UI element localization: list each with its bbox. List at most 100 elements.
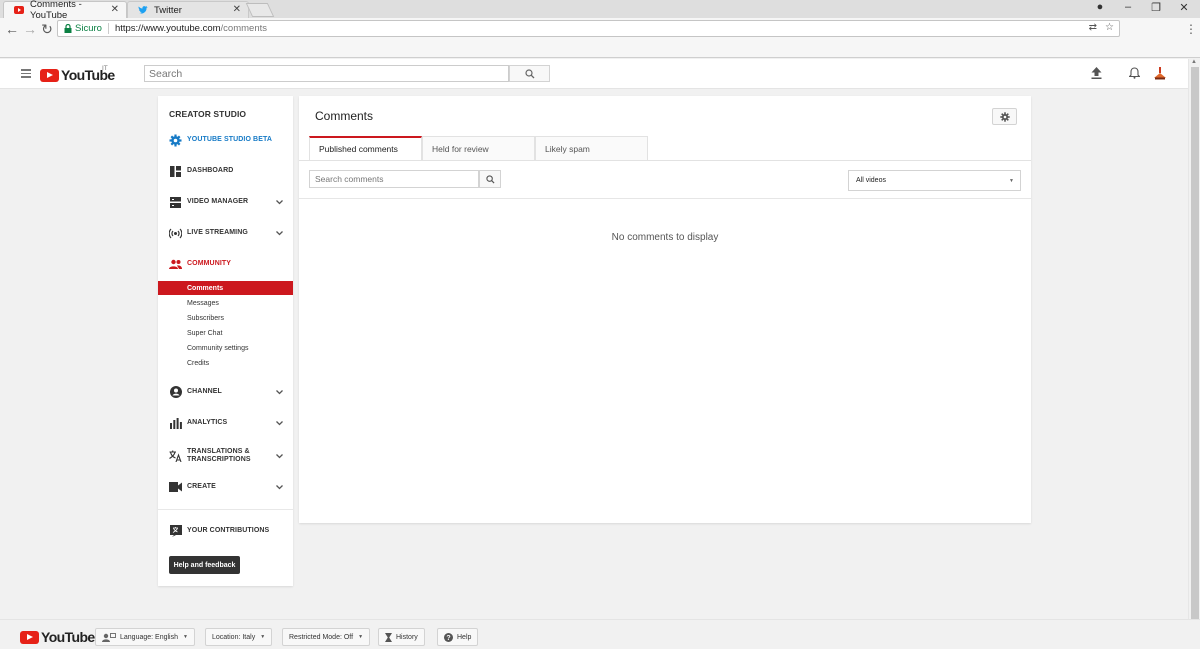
youtube-favicon-icon: [14, 5, 24, 15]
tab-close-icon[interactable]: ✕: [233, 4, 241, 15]
analytics-icon: [169, 417, 182, 430]
sidebar-subitem-comments[interactable]: Comments: [158, 281, 293, 295]
caret-down-icon: ▼: [358, 634, 364, 640]
country-code: IT: [102, 65, 108, 72]
language-label: Language: English: [120, 633, 178, 641]
restore-button[interactable]: ❐: [1144, 1, 1168, 14]
minimize-button[interactable]: –: [1116, 1, 1140, 13]
hourglass-icon: [385, 632, 392, 642]
sidebar-item-video-manager[interactable]: VIDEO MANAGER: [158, 194, 293, 210]
twitter-favicon-icon: [138, 5, 148, 15]
profile-icon[interactable]: ●: [1088, 1, 1112, 13]
dashboard-icon: [169, 165, 182, 178]
sidebar-item-label: COMMUNITY: [187, 260, 232, 267]
caret-down-icon: ▼: [1009, 178, 1014, 184]
sidebar-item-dashboard[interactable]: DASHBOARD: [158, 163, 293, 179]
sidebar-item-label: ANALYTICS: [187, 419, 228, 426]
translate-icon: [169, 450, 182, 463]
browser-tabstrip: Comments - YouTube ✕ Twitter ✕ ● – ❐ ✕: [0, 0, 1200, 21]
sidebar-subitem-super-chat[interactable]: Super Chat: [158, 326, 293, 340]
restricted-mode-button[interactable]: Restricted Mode: Off ▼: [282, 628, 371, 646]
restricted-mode-label: Restricted Mode: Off: [289, 633, 354, 641]
reload-button[interactable]: ↻: [38, 22, 56, 36]
upload-icon[interactable]: [1089, 66, 1103, 80]
bookmark-star-icon[interactable]: ☆: [1105, 22, 1114, 33]
gear-icon: [169, 134, 182, 147]
history-button[interactable]: History: [378, 628, 425, 646]
sidebar-subitem-subscribers[interactable]: Subscribers: [158, 311, 293, 325]
comments-search-button[interactable]: [479, 170, 501, 188]
tab-likely-spam[interactable]: Likely spam: [535, 136, 648, 160]
language-icon: [102, 632, 116, 642]
tab-close-icon[interactable]: ✕: [111, 4, 119, 15]
comments-settings-button[interactable]: [992, 108, 1017, 125]
chevron-down-icon[interactable]: [275, 419, 283, 427]
chevron-down-icon[interactable]: [275, 452, 283, 460]
sidebar-item-translations[interactable]: TRANSLATIONS & TRANSCRIPTIONS: [158, 446, 293, 466]
tab-held-for-review[interactable]: Held for review: [422, 136, 535, 160]
footer-youtube-logo[interactable]: YouTube: [20, 629, 95, 645]
page-scrollbar[interactable]: ▲: [1188, 59, 1200, 645]
browser-tab-comments[interactable]: Comments - YouTube ✕: [3, 0, 127, 21]
browser-tab-title: Twitter: [154, 4, 182, 16]
gear-icon: [999, 111, 1010, 122]
account-avatar[interactable]: [1153, 66, 1167, 80]
chevron-down-icon[interactable]: [275, 198, 283, 206]
help-icon: ?: [444, 632, 453, 642]
chevron-down-icon[interactable]: [275, 483, 283, 491]
sidebar-item-create[interactable]: CREATE: [158, 479, 293, 495]
url-path: /comments: [220, 23, 268, 34]
close-window-button[interactable]: ✕: [1172, 1, 1196, 14]
notifications-bell-icon[interactable]: [1127, 66, 1141, 80]
sidebar-item-label: VIDEO MANAGER: [187, 198, 249, 205]
language-button[interactable]: Language: English ▼: [95, 628, 195, 646]
scroll-up-arrow-icon[interactable]: ▲: [1191, 59, 1197, 65]
comments-search-input[interactable]: Search comments: [309, 170, 479, 188]
sidebar-divider: [158, 509, 293, 510]
search-icon: [485, 174, 495, 184]
back-button[interactable]: ←: [3, 22, 21, 36]
scrollbar-thumb[interactable]: [1191, 67, 1199, 645]
live-icon: [169, 227, 182, 240]
browser-menu-icon[interactable]: ⋮: [1182, 22, 1200, 36]
address-bar[interactable]: Sicuro https://www.youtube.com/comments …: [57, 20, 1120, 37]
list-divider: [299, 198, 1031, 199]
chevron-down-icon[interactable]: [275, 388, 283, 396]
sidebar-subitem-messages[interactable]: Messages: [158, 296, 293, 310]
sidebar-item-label: CHANNEL: [187, 388, 222, 395]
sidebar-item-studio-beta[interactable]: YOUTUBE STUDIO BETA: [158, 132, 293, 148]
sidebar-subitem-community-settings[interactable]: Community settings: [158, 341, 293, 355]
help-button[interactable]: ? Help: [437, 628, 479, 646]
youtube-masthead: YouTube IT Search: [0, 59, 1188, 89]
tab-published-comments[interactable]: Published comments: [309, 136, 422, 160]
channel-icon: [169, 386, 182, 399]
help-label: Help: [457, 633, 472, 641]
search-button[interactable]: [509, 65, 550, 82]
caret-down-icon: ▼: [260, 634, 266, 640]
chevron-down-icon[interactable]: [275, 229, 283, 237]
forward-button[interactable]: →: [21, 22, 39, 36]
sidebar-item-your-contributions[interactable]: YOUR CONTRIBUTIONS: [158, 523, 293, 539]
sidebar-item-analytics[interactable]: ANALYTICS: [158, 415, 293, 431]
sidebar-item-label: YOUTUBE STUDIO BETA: [187, 136, 272, 143]
sidebar-subitem-credits[interactable]: Credits: [158, 356, 293, 370]
translate-page-icon[interactable]: ⇄: [1089, 22, 1097, 33]
location-button[interactable]: Location: Italy ▼: [205, 628, 273, 646]
help-and-feedback-button[interactable]: Help and feedback: [169, 556, 240, 574]
sidebar-item-label: DASHBOARD: [187, 167, 234, 174]
sidebar-item-live-streaming[interactable]: LIVE STREAMING: [158, 225, 293, 241]
camera-icon: [169, 481, 182, 494]
youtube-play-icon: [20, 630, 39, 644]
new-tab-button[interactable]: [245, 3, 275, 17]
guide-menu-icon[interactable]: [21, 69, 31, 80]
sidebar-item-label: TRANSLATIONS & TRANSCRIPTIONS: [187, 448, 251, 464]
url-host: https://www.youtube.com: [114, 23, 221, 34]
video-filter-select[interactable]: All videos ▼: [848, 170, 1021, 191]
video-filter-value: All videos: [856, 177, 886, 184]
sidebar-item-community[interactable]: COMMUNITY: [158, 256, 293, 272]
address-separator: [107, 23, 109, 34]
sidebar-item-channel[interactable]: CHANNEL: [158, 384, 293, 400]
browser-tab-twitter[interactable]: Twitter ✕: [127, 1, 249, 18]
search-input[interactable]: Search: [144, 65, 509, 82]
sidebar-item-label: LIVE STREAMING: [187, 229, 248, 236]
